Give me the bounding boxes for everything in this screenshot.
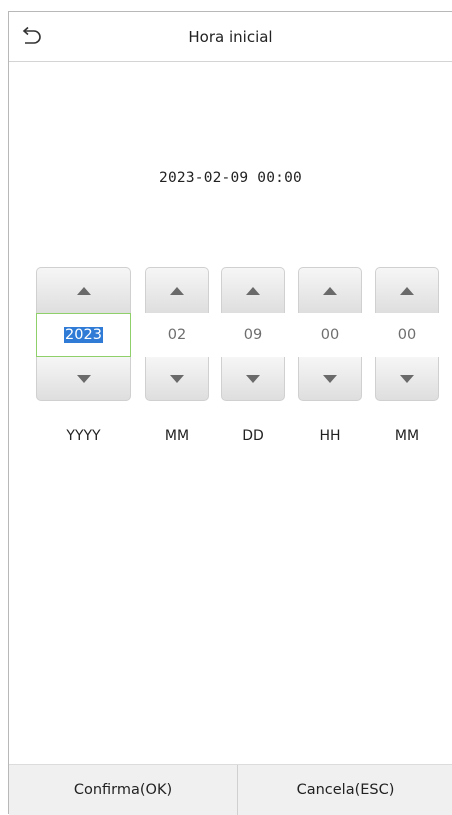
year-spinner: 2023 bbox=[36, 267, 131, 401]
minute-unit-label: MM bbox=[394, 428, 420, 444]
year-unit-label: YYYY bbox=[66, 428, 101, 444]
page-title: Hora inicial bbox=[188, 28, 273, 46]
confirm-button[interactable]: Confirma(OK) bbox=[9, 765, 237, 815]
header-bar: Hora inicial bbox=[9, 12, 452, 62]
month-unit-label: MM bbox=[164, 428, 190, 444]
datetime-preview: 2023-02-09 00:00 bbox=[159, 170, 302, 186]
arrow-up-icon bbox=[170, 286, 184, 295]
year-value-field[interactable]: 2023 bbox=[36, 313, 131, 357]
hour-unit-label: HH bbox=[319, 428, 341, 444]
minute-decrement-button[interactable] bbox=[375, 357, 439, 401]
hour-increment-button[interactable] bbox=[298, 267, 362, 313]
arrow-up-icon bbox=[400, 286, 414, 295]
day-increment-button[interactable] bbox=[221, 267, 285, 313]
month-value-field[interactable]: 02 bbox=[145, 313, 209, 357]
minute-value-field[interactable]: 00 bbox=[375, 313, 439, 357]
footer-bar: Confirma(OK) Cancela(ESC) bbox=[9, 764, 452, 815]
year-decrement-button[interactable] bbox=[36, 357, 131, 401]
hour-value-field[interactable]: 00 bbox=[298, 313, 362, 357]
arrow-down-icon bbox=[323, 374, 337, 383]
arrow-down-icon bbox=[246, 374, 260, 383]
month-decrement-button[interactable] bbox=[145, 357, 209, 401]
minute-spinner: 00 bbox=[375, 267, 439, 401]
arrow-down-icon bbox=[400, 374, 414, 383]
day-value-field[interactable]: 09 bbox=[221, 313, 285, 357]
year-increment-button[interactable] bbox=[36, 267, 131, 313]
month-spinner: 02 bbox=[145, 267, 209, 401]
hour-spinner: 00 bbox=[298, 267, 362, 401]
arrow-down-icon bbox=[76, 374, 91, 383]
arrow-down-icon bbox=[170, 374, 184, 383]
hour-decrement-button[interactable] bbox=[298, 357, 362, 401]
day-unit-label: DD bbox=[242, 428, 264, 444]
day-spinner: 09 bbox=[221, 267, 285, 401]
month-increment-button[interactable] bbox=[145, 267, 209, 313]
year-value: 2023 bbox=[64, 327, 103, 343]
screen-frame: Hora inicial 2023-02-09 00:00 2023 YYYY … bbox=[8, 11, 452, 815]
cancel-button[interactable]: Cancela(ESC) bbox=[238, 765, 452, 815]
arrow-up-icon bbox=[323, 286, 337, 295]
day-decrement-button[interactable] bbox=[221, 357, 285, 401]
minute-increment-button[interactable] bbox=[375, 267, 439, 313]
arrow-up-icon bbox=[246, 286, 260, 295]
arrow-up-icon bbox=[76, 286, 91, 295]
